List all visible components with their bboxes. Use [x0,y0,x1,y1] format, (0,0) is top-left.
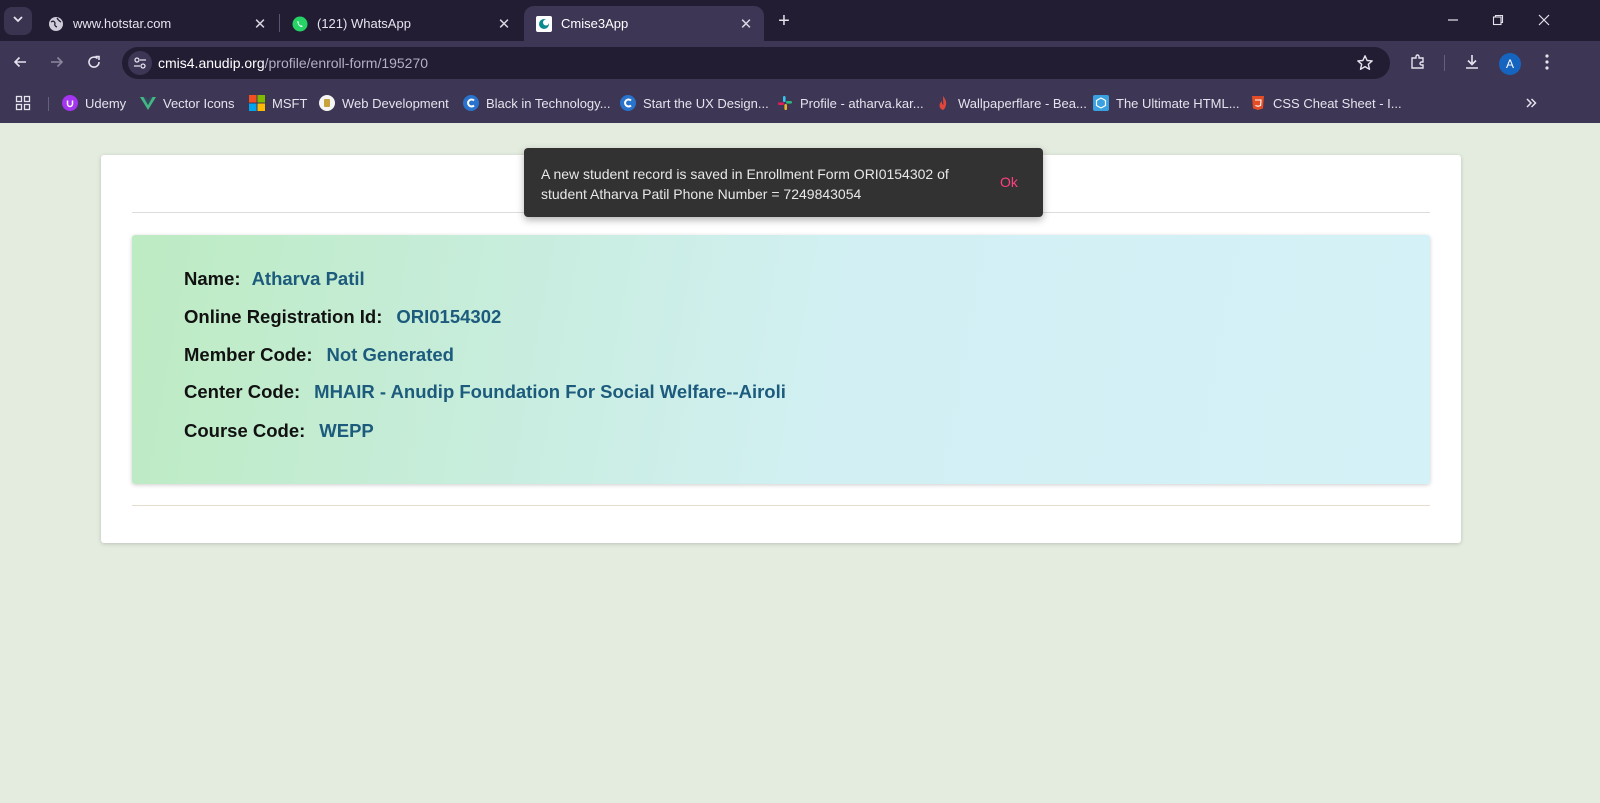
new-tab-button[interactable]: + [772,10,796,32]
student-info-panel: Name: Atharva Patil Online Registration I… [132,235,1430,484]
registration-id-value: ORI0154302 [396,306,502,327]
bookmark-web-development[interactable]: Web Development [319,94,449,112]
coursera-icon [463,95,479,111]
html-guide-icon [1093,95,1109,111]
bookmark-label: MSFT [272,95,308,111]
bookmark-wallpaperflare[interactable]: Wallpaperflare - Bea... [935,94,1087,112]
bookmark-label: Start the UX Design... [643,95,769,111]
tab-title: www.hotstar.com [73,16,172,31]
profile-avatar[interactable]: A [1499,53,1521,75]
registration-id-row: Online Registration Id: ORI0154302 [184,306,501,328]
center-code-value: MHAIR - Anudip Foundation For Social Wel… [314,381,786,402]
snackbar-message: A new student record is saved in Enrollm… [541,166,949,202]
tab-title: Cmise3App [561,16,629,31]
bookmark-css-cheat-sheet[interactable]: CSS Cheat Sheet - I... [1250,94,1402,112]
bookmark-ux-design[interactable]: Start the UX Design... [620,94,769,112]
bookmark-label: Wallpaperflare - Bea... [958,95,1087,111]
close-icon[interactable]: ✕ [496,16,512,33]
bookmark-label: The Ultimate HTML... [1116,95,1240,111]
more-bookmarks-icon[interactable] [1524,94,1538,112]
divider [132,505,1430,506]
css-icon [1250,95,1266,111]
address-bar[interactable]: cmis4.anudip.org/profile/enroll-form/195… [122,47,1390,79]
whatsapp-icon [292,16,308,32]
site-settings-icon[interactable] [128,51,152,75]
back-icon[interactable] [8,50,32,74]
bookmark-label: Profile - atharva.kar... [800,95,924,111]
udemy-icon [62,95,78,111]
bookmark-msft[interactable]: MSFT [249,94,307,112]
bookmarks-bar: Udemy Vector Icons MSFT Web Development … [0,83,1600,123]
globe-icon [48,16,64,32]
member-code-label: Member Code: [184,344,313,365]
cmise-icon [536,15,552,32]
forward-icon[interactable] [45,50,69,74]
browser-toolbar: cmis4.anudip.org/profile/enroll-form/195… [0,41,1600,83]
bookmark-udemy[interactable]: Udemy [62,94,126,112]
web-dev-icon [319,95,335,111]
tab-strip: www.hotstar.com ✕ (121) WhatsApp ✕ Cmise… [0,0,1600,41]
name-row: Name: Atharva Patil [184,268,365,290]
course-code-value: WEPP [319,420,374,441]
center-code-row: Center Code: MHAIR - Anudip Foundation Fo… [184,381,786,403]
tab-cmise3app[interactable]: Cmise3App ✕ [524,6,764,41]
slack-icon [777,95,793,111]
bookmarks-separator [48,97,49,111]
bookmark-black-in-technology[interactable]: Black in Technology... [463,94,611,112]
vue-icon [140,95,156,111]
reload-icon[interactable] [82,50,106,74]
url-text[interactable]: cmis4.anudip.org/profile/enroll-form/195… [158,55,428,71]
close-icon[interactable]: ✕ [252,16,268,33]
name-label: Name: [184,268,241,289]
course-code-label: Course Code: [184,420,306,441]
apps-grid-icon[interactable] [15,94,31,112]
more-menu-icon[interactable] [1536,51,1558,73]
minimize-icon[interactable] [1441,8,1465,32]
bookmark-ultimate-html[interactable]: The Ultimate HTML... [1093,94,1240,112]
chevron-down-icon [12,12,24,30]
member-code-value: Not Generated [326,344,454,365]
name-value: Atharva Patil [251,268,365,289]
course-code-row: Course Code: WEPP [184,420,374,442]
restore-icon[interactable] [1486,8,1510,32]
bookmark-label: Black in Technology... [486,95,611,111]
download-icon[interactable] [1461,51,1483,73]
bookmark-label: Udemy [85,95,127,111]
coursera-icon [620,95,636,111]
close-icon[interactable]: ✕ [738,16,754,33]
snackbar-ok-button[interactable]: Ok [1000,174,1018,190]
flame-icon [935,95,951,111]
snackbar: A new student record is saved in Enrollm… [524,148,1043,217]
tab-hotstar[interactable]: www.hotstar.com ✕ [36,6,278,41]
member-code-row: Member Code: Not Generated [184,344,454,366]
bookmark-profile-slack[interactable]: Profile - atharva.kar... [777,94,924,112]
extensions-icon[interactable] [1407,51,1429,73]
center-code-label: Center Code: [184,381,301,402]
tab-title: (121) WhatsApp [317,16,411,31]
bookmark-vector-icons[interactable]: Vector Icons [140,94,235,112]
microsoft-icon [249,95,265,111]
tab-search-button[interactable] [4,7,32,35]
tab-whatsapp[interactable]: (121) WhatsApp ✕ [280,6,522,41]
close-window-icon[interactable] [1532,8,1556,32]
bookmark-label: Web Development [342,95,449,111]
bookmark-star-icon[interactable] [1354,52,1376,74]
url-path: /profile/enroll-form/195270 [264,55,429,71]
bookmark-label: Vector Icons [163,95,235,111]
url-host: cmis4.anudip.org [158,55,265,71]
bookmark-label: CSS Cheat Sheet - I... [1273,95,1402,111]
toolbar-separator [1444,55,1445,71]
registration-id-label: Online Registration Id: [184,306,383,327]
